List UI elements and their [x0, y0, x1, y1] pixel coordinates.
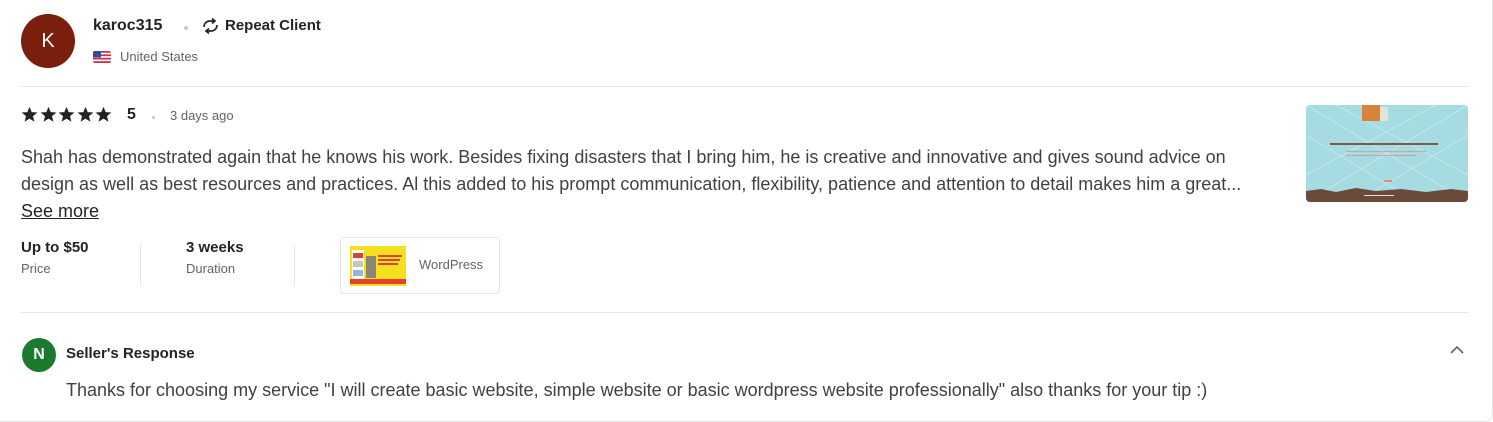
seller-avatar-letter: N [33, 346, 45, 363]
response-divider [21, 312, 1468, 313]
star-icon [77, 106, 93, 122]
chevron-up-icon[interactable] [1449, 342, 1465, 358]
review-date: 3 days ago [170, 108, 234, 123]
seller-avatar[interactable]: N [22, 338, 56, 372]
duration-block: 3 weeks Duration [186, 239, 244, 276]
price-block: Up to $50 Price [21, 239, 89, 276]
reviewer-country: United States [93, 49, 198, 64]
see-more-link[interactable]: See more [21, 201, 99, 221]
duration-label: Duration [186, 261, 236, 276]
rating-value: 5 [127, 106, 136, 123]
review-text: Shah has demonstrated again that he know… [21, 144, 1261, 225]
repeat-client-badge: Repeat Client [201, 17, 321, 34]
separator-dot [152, 116, 155, 119]
gig-card[interactable]: WordPress [340, 237, 500, 294]
gig-thumbnail [350, 246, 406, 286]
meta-divider [140, 244, 141, 286]
star-icon [40, 106, 56, 122]
star-rating [21, 106, 114, 123]
repeat-icon [203, 17, 218, 34]
country-name: United States [120, 49, 199, 64]
meta-divider [294, 244, 295, 286]
reviewer-avatar[interactable]: K [21, 14, 75, 68]
price-value: Up to $50 [21, 239, 89, 256]
header-divider [21, 86, 1468, 87]
review-card: K karoc315 Repeat Client United States 5… [0, 0, 1493, 422]
repeat-client-label: Repeat Client [225, 17, 321, 34]
gig-category: WordPress [419, 257, 484, 272]
delivery-preview-image[interactable] [1306, 105, 1468, 202]
review-body: Shah has demonstrated again that he know… [21, 147, 1242, 194]
seller-response-title: Seller's Response [66, 345, 195, 362]
separator-dot [184, 26, 188, 30]
reviewer-username[interactable]: karoc315 [93, 17, 162, 35]
price-label: Price [21, 261, 51, 276]
seller-response-text: Thanks for choosing my service "I will c… [66, 380, 1208, 400]
avatar-letter: K [41, 29, 55, 52]
star-icon [58, 106, 75, 122]
star-icon [21, 106, 38, 122]
us-flag-icon [93, 50, 111, 63]
star-icon [95, 106, 112, 122]
duration-value: 3 weeks [186, 239, 244, 256]
